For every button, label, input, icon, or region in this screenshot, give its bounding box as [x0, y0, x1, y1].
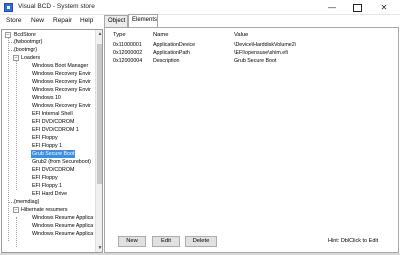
cell-type: 0x12000002 [113, 50, 143, 56]
window-title: Visual BCD - System store [18, 3, 95, 10]
tree-item[interactable]: {bootmgr} [14, 46, 37, 54]
cell-type: 0x12000004 [113, 58, 143, 64]
cell-name: Description [153, 58, 180, 64]
tree-item[interactable]: Windows Recovery Envir [32, 102, 91, 110]
cell-type: 0x11000001 [113, 42, 142, 48]
title-bar: Visual BCD - System store — ✕ [0, 0, 400, 15]
cell-name: ApplicationPath [153, 50, 190, 56]
delete-button[interactable]: Delete [185, 236, 217, 247]
tree-connector [16, 59, 17, 190]
expand-root-icon[interactable]: − [5, 32, 11, 38]
column-header-value[interactable]: Value [234, 32, 248, 38]
tab-elements[interactable]: Elements [128, 14, 158, 27]
column-header-type[interactable]: Type [113, 32, 126, 38]
tree-vertical-scrollbar[interactable]: ▲ ▼ [95, 30, 102, 252]
menu-store[interactable]: Store [6, 17, 22, 24]
cell-name: ApplicationDevice [153, 42, 196, 48]
cell-value: \Device\HarddiskVolume2\ [234, 42, 297, 48]
store-tree-panel[interactable]: − BcdStore {fwbootmgr} {bootmgr} − Loade… [1, 29, 103, 253]
tree-item[interactable]: EFI DVD/CDROM [32, 166, 74, 174]
tree-item[interactable]: Windows Resume Applica [32, 230, 93, 238]
menu-repair[interactable]: Repair [53, 17, 72, 24]
tab-object[interactable]: Object [104, 15, 128, 27]
tree-item[interactable]: EFI Floppy [32, 174, 58, 182]
tree-item[interactable]: Grub2 (from Secureboot) [32, 158, 91, 166]
elements-panel: Type Name Value 0x11000001 ApplicationDe… [104, 27, 399, 253]
scroll-up-icon[interactable]: ▲ [96, 30, 102, 38]
edit-hint: Hint: DblClick to Edit [328, 238, 379, 244]
tree-item[interactable]: EFI DVD/CDROM [32, 118, 74, 126]
tree-item[interactable]: EFI DVD/CDROM 1 [32, 126, 79, 134]
tree-item[interactable]: Windows Resume Applica [32, 222, 93, 230]
tree-item[interactable]: {memdiag} [14, 198, 39, 206]
tree-item-loaders[interactable]: Loaders [21, 54, 40, 62]
edit-button[interactable]: Edit [152, 236, 180, 247]
expand-hibernate-icon[interactable]: − [13, 207, 19, 213]
maximize-button[interactable] [345, 0, 369, 15]
tree-item[interactable]: {fwbootmgr} [14, 38, 42, 46]
tree-item[interactable]: Windows Recovery Envir [32, 70, 91, 78]
minimize-button[interactable]: — [320, 0, 344, 15]
tree-item[interactable]: EFI Internal Shell [32, 110, 73, 118]
tree-item[interactable]: Windows 10 [32, 94, 61, 102]
tree-item[interactable]: Windows Resume Applica [32, 214, 93, 222]
tree-item[interactable]: Windows Recovery Envir [32, 78, 91, 86]
tree-item[interactable]: EFI Floppy 1 [32, 142, 62, 150]
column-header-name[interactable]: Name [153, 32, 168, 38]
tree-item[interactable]: Windows Boot Manager [32, 62, 88, 70]
scroll-thumb[interactable] [97, 44, 102, 184]
tree-connector [16, 217, 17, 247]
scroll-down-icon[interactable]: ▼ [96, 244, 102, 252]
tree-item[interactable]: Windows Recovery Envir [32, 86, 91, 94]
tree-item-selected[interactable]: Grub Secure Boot [31, 150, 76, 158]
tree-item[interactable]: EFI Hard Drive [32, 190, 67, 198]
menu-help[interactable]: Help [80, 17, 93, 24]
app-icon [4, 3, 13, 12]
cell-value: \EFI\opensuse\shim.efi [234, 50, 288, 56]
tree-item[interactable]: EFI Floppy 1 [32, 182, 62, 190]
new-button[interactable]: New [118, 236, 146, 247]
tree-item-hibernate[interactable]: Hibernate resumers [21, 206, 68, 214]
tree-connector [8, 36, 9, 241]
close-button[interactable]: ✕ [372, 0, 396, 15]
expand-loaders-icon[interactable]: − [13, 55, 19, 61]
menu-new[interactable]: New [31, 17, 44, 24]
tree-item[interactable]: EFI Floppy [32, 134, 58, 142]
cell-value: Grub Secure Boot [234, 58, 277, 64]
